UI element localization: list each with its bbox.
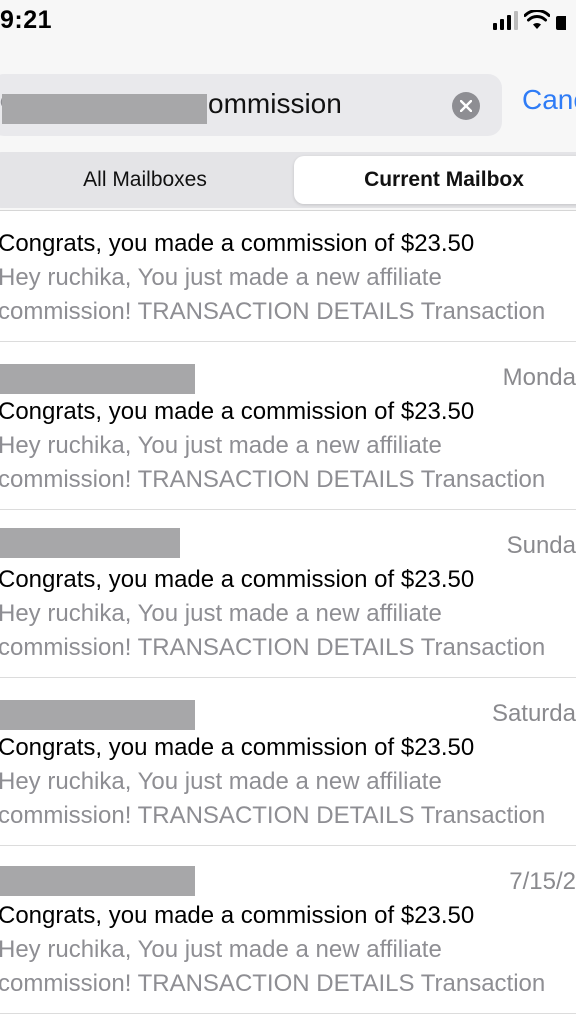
email-date: Monda [502,364,576,391]
email-row[interactable]: Saturda Congrats, you made a commission … [0,678,576,844]
search-query-text: ommission [208,88,342,119]
redacted-sender [0,700,195,730]
email-preview-line-2: commission! TRANSACTION DETAILS Transact… [0,634,546,661]
email-preview-line-1: Hey ruchika, You just made a new affilia… [0,432,442,459]
redacted-sender [0,866,195,896]
segment-current-mailbox[interactable]: Current Mailbox [294,156,576,204]
email-subject: Congrats, you made a commission of $23.5… [0,230,475,257]
email-subject: Congrats, you made a commission of $23.5… [0,566,475,593]
clear-search-button[interactable] [452,92,480,120]
redacted-sender [0,528,180,558]
top-bar: 9:21 ommission Canc All Mailboxes Curren… [0,0,576,210]
email-subject: Congrats, you made a commission of $23.5… [0,398,475,425]
email-date: Saturda [491,700,576,727]
segment-all-mailboxes[interactable]: All Mailboxes [0,156,290,204]
email-preview-line-1: Hey ruchika, You just made a new affilia… [0,600,442,627]
email-preview-line-2: commission! TRANSACTION DETAILS Transact… [0,298,546,325]
battery-icon [556,16,566,30]
email-date: 7/15/2 [509,868,576,895]
email-preview-line-2: commission! TRANSACTION DETAILS Transact… [0,802,546,829]
email-row[interactable]: 7/15/2 Congrats, you made a commission o… [0,846,576,1012]
email-preview-line-1: Hey ruchika, You just made a new affilia… [0,936,442,963]
divider [0,1013,576,1014]
email-preview-line-2: commission! TRANSACTION DETAILS Transact… [0,466,546,493]
cancel-button[interactable]: Canc [522,84,576,116]
email-preview-line-2: commission! TRANSACTION DETAILS Transact… [0,970,546,997]
redacted-sender [0,364,195,394]
status-icons [493,10,566,30]
cellular-signal-icon [493,10,518,30]
email-subject: Congrats, you made a commission of $23.5… [0,902,475,929]
email-preview-line-1: Hey ruchika, You just made a new affilia… [0,264,442,291]
email-row[interactable]: Congrats, you made a commission of $23.5… [0,210,576,342]
redacted-query [2,94,207,124]
email-date: Sunda [506,532,576,559]
wifi-icon [524,10,550,29]
search-field[interactable]: ommission [0,74,502,136]
mailbox-scope-segmented-control: All Mailboxes Current Mailbox [0,152,576,208]
email-row[interactable]: Monda Congrats, you made a commission of… [0,342,576,508]
clear-icon [460,100,472,112]
email-row[interactable]: Sunda Congrats, you made a commission of… [0,510,576,676]
email-subject: Congrats, you made a commission of $23.5… [0,734,475,761]
email-preview-line-1: Hey ruchika, You just made a new affilia… [0,768,442,795]
status-time: 9:21 [0,6,53,34]
